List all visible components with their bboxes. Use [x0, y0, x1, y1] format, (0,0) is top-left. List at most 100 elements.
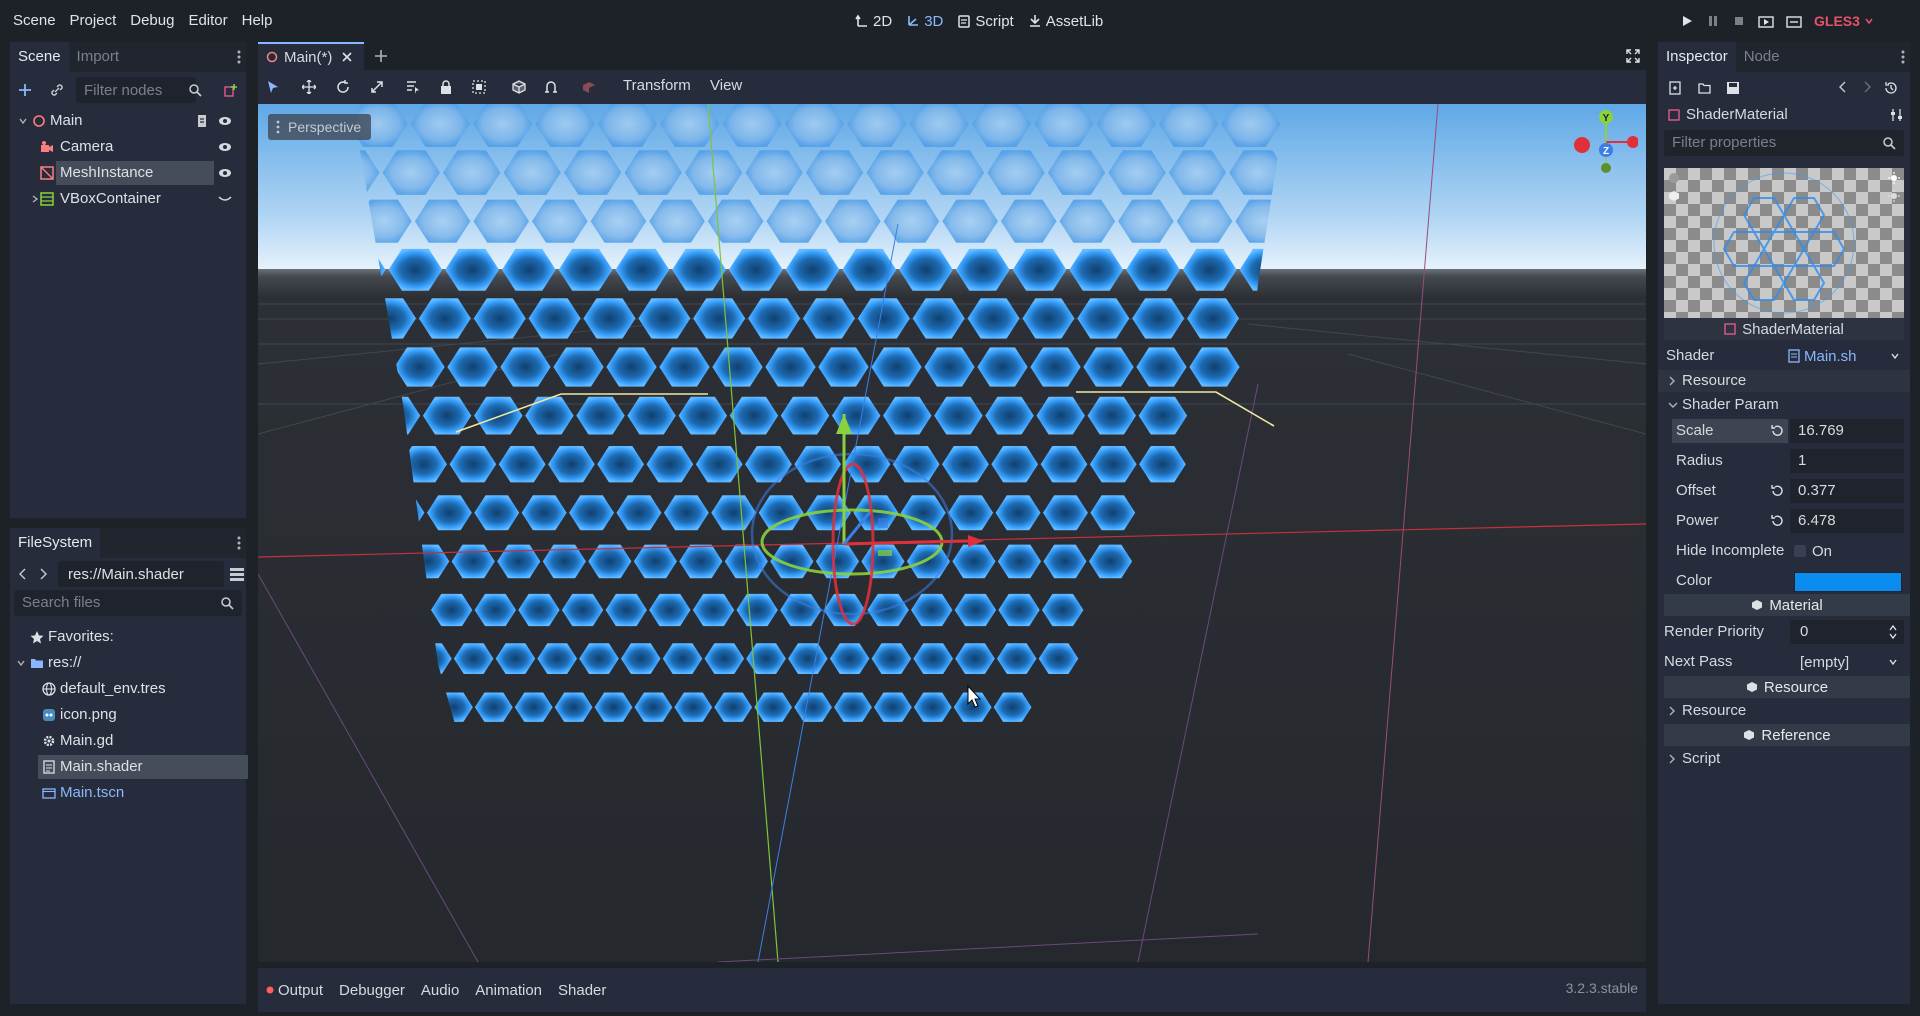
- snap-icon[interactable]: [544, 80, 558, 94]
- back-arrow-icon[interactable]: [18, 568, 28, 580]
- hide-incomplete-checkbox[interactable]: On: [1794, 539, 1832, 563]
- scale-tool-icon[interactable]: [370, 80, 384, 94]
- tree-node-main[interactable]: Main: [10, 108, 246, 134]
- local-space-icon[interactable]: [512, 80, 526, 94]
- file-row[interactable]: Main.gd: [10, 728, 246, 754]
- history-back-icon[interactable]: [1838, 81, 1848, 93]
- resource-item-row[interactable]: Resource: [1658, 700, 1910, 722]
- color-picker-button[interactable]: [1794, 572, 1902, 592]
- tab-shader[interactable]: Shader: [558, 982, 606, 999]
- material-section[interactable]: Material: [1664, 594, 1910, 616]
- menu-scene[interactable]: Scene: [6, 0, 63, 42]
- workspace-script[interactable]: Script: [950, 0, 1020, 42]
- object-properties-icon[interactable]: [1890, 108, 1904, 122]
- tree-node-camera[interactable]: Camera: [10, 134, 246, 160]
- menu-debug[interactable]: Debug: [123, 0, 181, 42]
- next-pass-picker[interactable]: [empty]: [1790, 650, 1904, 674]
- axis-orientation-gizmo[interactable]: Y Z: [1558, 106, 1638, 176]
- chevron-down-icon[interactable]: [1888, 657, 1898, 667]
- menu-help[interactable]: Help: [235, 0, 280, 42]
- transform-menu[interactable]: Transform: [623, 77, 691, 94]
- select-tool-icon[interactable]: [266, 80, 280, 94]
- chevron-down-icon[interactable]: [18, 116, 28, 126]
- split-view-icon[interactable]: [230, 567, 244, 581]
- file-row[interactable]: default_env.tres: [10, 676, 246, 702]
- menu-editor[interactable]: Editor: [181, 0, 234, 42]
- param-input-radius[interactable]: 1: [1790, 449, 1904, 473]
- search-files-input[interactable]: Search files: [14, 590, 242, 616]
- folder-open-icon[interactable]: [1698, 81, 1712, 95]
- tab-scene[interactable]: Scene: [10, 42, 69, 72]
- kebab-menu-icon[interactable]: [236, 49, 242, 65]
- lock-icon[interactable]: [440, 80, 452, 94]
- play-custom-scene-icon[interactable]: [1786, 14, 1802, 28]
- tab-debugger[interactable]: Debugger: [339, 982, 405, 999]
- filter-properties-input[interactable]: Filter properties: [1664, 130, 1904, 156]
- link-icon[interactable]: [50, 83, 64, 97]
- pause-icon[interactable]: [1706, 14, 1720, 28]
- tab-animation[interactable]: Animation: [475, 982, 542, 999]
- tab-import[interactable]: Import: [69, 42, 128, 72]
- new-resource-icon[interactable]: [1668, 81, 1682, 95]
- resource-subsection[interactable]: Resource: [1658, 370, 1910, 392]
- add-node-icon[interactable]: [18, 83, 32, 97]
- revert-icon[interactable]: [1770, 424, 1784, 438]
- workspace-2d[interactable]: 2D: [848, 0, 899, 42]
- chevron-down-icon[interactable]: [16, 658, 26, 668]
- cube-preview-icon[interactable]: [1668, 190, 1680, 202]
- tab-inspector[interactable]: Inspector: [1658, 42, 1736, 72]
- chevron-right-icon[interactable]: [30, 194, 40, 204]
- chevron-down-icon[interactable]: [1890, 351, 1900, 361]
- visibility-eye-icon[interactable]: [218, 141, 232, 153]
- tree-node-meshinstance[interactable]: MeshInstance: [10, 160, 246, 186]
- 3d-viewport[interactable]: Perspective Y Z: [258, 104, 1646, 962]
- spin-arrows-icon[interactable]: [1888, 624, 1898, 640]
- resource-section[interactable]: Resource: [1664, 676, 1910, 698]
- close-icon[interactable]: [342, 52, 352, 62]
- visibility-eye-icon[interactable]: [218, 167, 232, 179]
- file-row-selected[interactable]: Main.shader: [10, 754, 248, 780]
- list-select-icon[interactable]: [406, 80, 420, 94]
- kebab-menu-icon[interactable]: [236, 535, 242, 551]
- move-tool-icon[interactable]: [302, 80, 316, 94]
- render-priority-spinbox[interactable]: 0: [1790, 620, 1904, 644]
- kebab-menu-icon[interactable]: [1900, 49, 1906, 65]
- tree-node-vboxcontainer[interactable]: VBoxContainer: [10, 186, 246, 212]
- revert-icon[interactable]: [1770, 514, 1784, 528]
- history-forward-icon[interactable]: [1862, 81, 1872, 93]
- file-row[interactable]: Main.tscn: [10, 780, 246, 806]
- play-icon[interactable]: [1680, 14, 1694, 28]
- distraction-free-icon[interactable]: [1626, 49, 1640, 63]
- tab-output[interactable]: Output: [278, 982, 323, 999]
- tab-filesystem[interactable]: FileSystem: [10, 528, 101, 558]
- sphere-preview-icon[interactable]: [1668, 172, 1680, 184]
- folder-res-row[interactable]: res://: [10, 650, 246, 676]
- param-input-power[interactable]: 6.478: [1790, 509, 1904, 533]
- filter-nodes-input[interactable]: Filter nodes: [76, 77, 196, 103]
- group-icon[interactable]: [472, 80, 486, 94]
- camera-preview-icon[interactable]: [582, 80, 596, 94]
- tab-audio[interactable]: Audio: [421, 982, 459, 999]
- param-input-scale[interactable]: 16.769: [1790, 419, 1904, 443]
- visibility-eye-icon[interactable]: [218, 115, 232, 127]
- add-tab-icon[interactable]: [374, 49, 388, 63]
- forward-arrow-icon[interactable]: [38, 568, 48, 580]
- workspace-assetlib[interactable]: AssetLib: [1021, 0, 1111, 42]
- light-1-icon[interactable]: [1888, 172, 1900, 184]
- shader-param-section[interactable]: Shader Param: [1658, 394, 1910, 416]
- script-icon[interactable]: [196, 114, 208, 128]
- rotate-tool-icon[interactable]: [336, 80, 350, 94]
- view-menu[interactable]: View: [710, 77, 742, 94]
- renderer-selector[interactable]: GLES3: [1814, 13, 1860, 29]
- favorites-row[interactable]: Favorites:: [10, 624, 246, 650]
- tab-node[interactable]: Node: [1736, 42, 1788, 72]
- instance-scene-icon[interactable]: [224, 83, 238, 97]
- script-item-row[interactable]: Script: [1658, 748, 1910, 770]
- save-icon[interactable]: [1726, 81, 1740, 95]
- stop-icon[interactable]: [1732, 14, 1746, 28]
- history-icon[interactable]: [1884, 81, 1898, 95]
- perspective-menu[interactable]: Perspective: [268, 114, 372, 140]
- shader-resource-picker[interactable]: Main.sh: [1788, 344, 1904, 368]
- revert-icon[interactable]: [1770, 484, 1784, 498]
- scene-tab-main[interactable]: Main(*): [258, 42, 364, 70]
